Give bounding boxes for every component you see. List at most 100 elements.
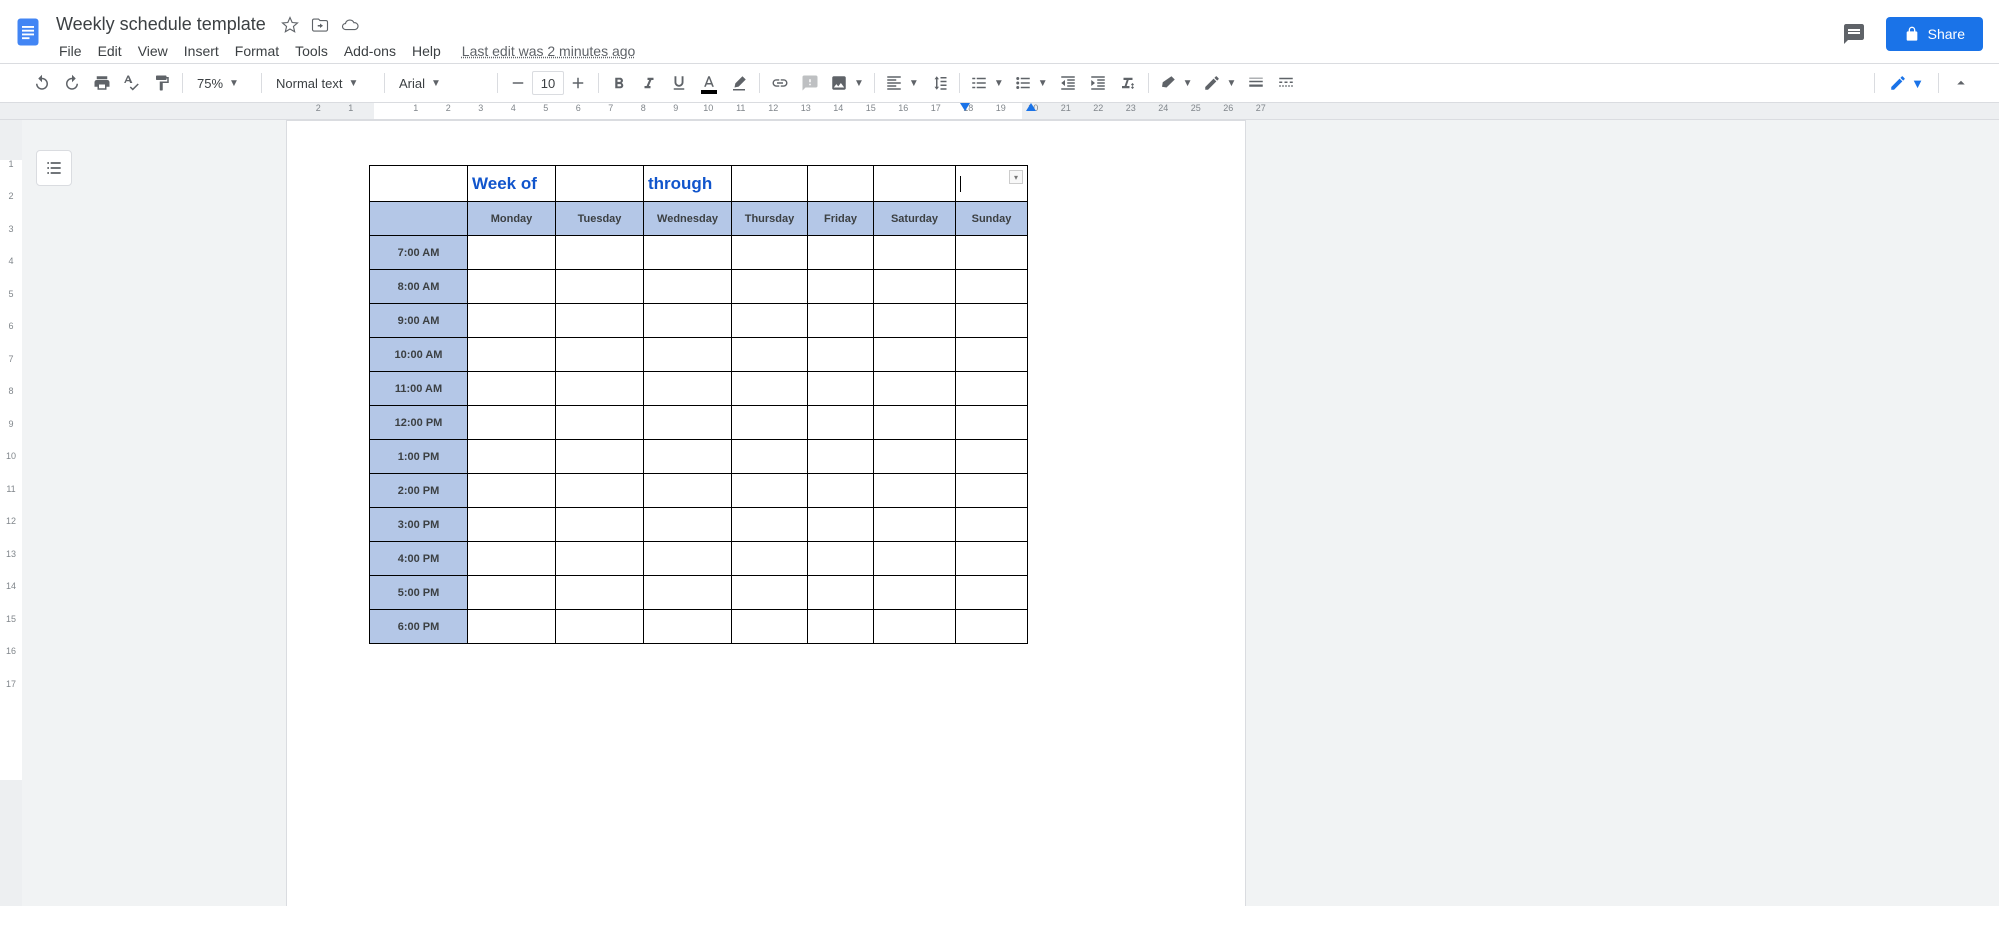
menu-file[interactable]: File [52, 39, 89, 63]
schedule-cell[interactable] [808, 406, 874, 440]
schedule-cell[interactable] [808, 236, 874, 270]
day-header[interactable]: Saturday [874, 202, 956, 236]
fill-color-button[interactable]: ▼ [1155, 69, 1197, 97]
time-label[interactable]: 6:00 PM [370, 610, 468, 644]
indent-increase-button[interactable] [1084, 69, 1112, 97]
menu-tools[interactable]: Tools [288, 39, 335, 63]
document-title[interactable]: Weekly schedule template [52, 12, 270, 37]
schedule-cell[interactable] [732, 406, 808, 440]
time-label[interactable]: 10:00 AM [370, 338, 468, 372]
schedule-cell[interactable] [732, 576, 808, 610]
paint-format-button[interactable] [148, 69, 176, 97]
time-label[interactable]: 3:00 PM [370, 508, 468, 542]
menu-help[interactable]: Help [405, 39, 448, 63]
redo-button[interactable] [58, 69, 86, 97]
corner-cell[interactable] [370, 202, 468, 236]
schedule-cell[interactable] [732, 338, 808, 372]
schedule-cell[interactable] [874, 610, 956, 644]
link-button[interactable] [766, 69, 794, 97]
schedule-cell[interactable] [732, 508, 808, 542]
schedule-cell[interactable] [956, 236, 1028, 270]
share-button[interactable]: Share [1886, 17, 1983, 51]
schedule-cell[interactable] [956, 610, 1028, 644]
docs-logo-icon[interactable] [8, 12, 48, 52]
vertical-ruler[interactable]: 1234567891011121314151617 [0, 120, 22, 906]
highlight-button[interactable] [725, 69, 753, 97]
schedule-cell[interactable] [732, 440, 808, 474]
zoom-select[interactable]: 75%▼ [189, 69, 255, 97]
schedule-cell[interactable] [644, 236, 732, 270]
schedule-cell[interactable] [644, 338, 732, 372]
schedule-cell[interactable] [874, 236, 956, 270]
schedule-cell[interactable] [556, 610, 644, 644]
schedule-cell[interactable] [556, 542, 644, 576]
schedule-cell[interactable] [468, 508, 556, 542]
header-cell[interactable] [370, 166, 468, 202]
schedule-cell[interactable] [644, 270, 732, 304]
schedule-cell[interactable] [808, 610, 874, 644]
schedule-cell[interactable] [468, 440, 556, 474]
schedule-cell[interactable] [956, 576, 1028, 610]
schedule-cell[interactable] [808, 508, 874, 542]
border-color-button[interactable]: ▼ [1199, 69, 1241, 97]
schedule-table[interactable]: Week ofthrough▾MondayTuesdayWednesdayThu… [369, 165, 1028, 644]
font-select[interactable]: Arial▼ [391, 69, 491, 97]
day-header[interactable]: Sunday [956, 202, 1028, 236]
bulleted-list-button[interactable]: ▼ [1010, 69, 1052, 97]
day-header[interactable]: Friday [808, 202, 874, 236]
schedule-cell[interactable] [874, 576, 956, 610]
header-cell[interactable] [808, 166, 874, 202]
schedule-cell[interactable] [556, 474, 644, 508]
schedule-cell[interactable] [556, 236, 644, 270]
header-cell[interactable]: ▾ [956, 166, 1028, 202]
menu-format[interactable]: Format [228, 39, 286, 63]
schedule-cell[interactable] [468, 270, 556, 304]
menu-addons[interactable]: Add-ons [337, 39, 403, 63]
time-label[interactable]: 4:00 PM [370, 542, 468, 576]
table-menu-button[interactable]: ▾ [1009, 170, 1023, 184]
schedule-cell[interactable] [808, 270, 874, 304]
schedule-cell[interactable] [874, 372, 956, 406]
fontsize-input[interactable]: 10 [532, 71, 564, 95]
time-label[interactable]: 1:00 PM [370, 440, 468, 474]
text-color-button[interactable] [695, 69, 723, 97]
schedule-cell[interactable] [956, 270, 1028, 304]
image-insert-button[interactable]: ▼ [826, 69, 868, 97]
time-label[interactable]: 12:00 PM [370, 406, 468, 440]
underline-button[interactable] [665, 69, 693, 97]
schedule-cell[interactable] [956, 372, 1028, 406]
schedule-cell[interactable] [556, 304, 644, 338]
schedule-cell[interactable] [732, 542, 808, 576]
time-label[interactable]: 5:00 PM [370, 576, 468, 610]
schedule-cell[interactable] [808, 474, 874, 508]
schedule-cell[interactable] [732, 270, 808, 304]
line-spacing-button[interactable] [925, 69, 953, 97]
menu-view[interactable]: View [131, 39, 175, 63]
collapse-toolbar-button[interactable] [1947, 69, 1975, 97]
schedule-cell[interactable] [644, 576, 732, 610]
schedule-cell[interactable] [874, 440, 956, 474]
time-label[interactable]: 2:00 PM [370, 474, 468, 508]
undo-button[interactable] [28, 69, 56, 97]
indent-decrease-button[interactable] [1054, 69, 1082, 97]
fontsize-decrease-button[interactable] [504, 69, 532, 97]
checklist-button[interactable]: ▼ [966, 69, 1008, 97]
clear-formatting-button[interactable] [1114, 69, 1142, 97]
schedule-cell[interactable] [874, 474, 956, 508]
day-header[interactable]: Monday [468, 202, 556, 236]
align-button[interactable]: ▼ [881, 69, 923, 97]
print-button[interactable] [88, 69, 116, 97]
schedule-cell[interactable] [644, 610, 732, 644]
schedule-cell[interactable] [808, 576, 874, 610]
schedule-cell[interactable] [808, 338, 874, 372]
schedule-cell[interactable] [644, 406, 732, 440]
schedule-cell[interactable] [468, 474, 556, 508]
day-header[interactable]: Thursday [732, 202, 808, 236]
day-header[interactable]: Tuesday [556, 202, 644, 236]
schedule-cell[interactable] [644, 542, 732, 576]
spellcheck-button[interactable] [118, 69, 146, 97]
schedule-cell[interactable] [956, 474, 1028, 508]
schedule-cell[interactable] [874, 542, 956, 576]
schedule-cell[interactable] [468, 372, 556, 406]
schedule-cell[interactable] [556, 576, 644, 610]
